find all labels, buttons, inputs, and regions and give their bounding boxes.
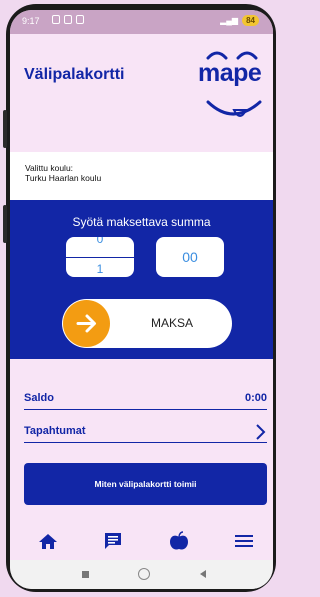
- power-button: [3, 205, 7, 243]
- signal-icon: ▂▄▆: [220, 16, 239, 25]
- notification-icon: [76, 15, 84, 24]
- nav-home[interactable]: [36, 530, 60, 552]
- chevron-right-icon: [256, 424, 266, 440]
- header: Välipalakortti mape: [10, 34, 273, 152]
- balance-row: Saldo 0:00: [24, 389, 267, 410]
- payment-panel: Syötä maksettava summa 0 1 00 MAKSA: [10, 200, 273, 359]
- volume-button: [3, 110, 7, 148]
- account-info: Saldo 0:00 Tapahtumat Miten välipalakort…: [10, 359, 273, 524]
- cents-input[interactable]: 00: [156, 237, 224, 277]
- balance-label: Saldo: [24, 392, 54, 404]
- home-icon: [39, 534, 57, 549]
- school-name: Turku Haarlan koulu: [25, 173, 102, 183]
- recent-apps-icon[interactable]: [82, 571, 89, 578]
- home-system-icon[interactable]: [138, 568, 150, 580]
- apple-icon: [170, 531, 188, 550]
- help-button[interactable]: Miten välipalakortti toimii: [24, 463, 267, 505]
- school-label: Valittu koulu:: [25, 163, 74, 173]
- nav-snack[interactable]: [167, 530, 191, 552]
- arrow-right-icon: [76, 314, 96, 333]
- selected-school: Valittu koulu: Turku Haarlan koulu: [10, 152, 273, 200]
- bottom-nav: [10, 522, 273, 560]
- back-icon[interactable]: [200, 570, 206, 578]
- pay-slider-button[interactable]: MAKSA: [62, 299, 232, 348]
- logo-text: mape: [198, 59, 262, 87]
- notification-icon: [52, 15, 60, 24]
- euro-picker[interactable]: 0 1: [66, 237, 134, 277]
- app-screen: 9:17 ▂▄▆ 84 Välipalakortti mape Valittu …: [10, 10, 273, 589]
- payment-title: Syötä maksettava summa: [72, 215, 211, 229]
- battery-indicator: 84: [242, 15, 259, 26]
- pay-handle[interactable]: [63, 300, 110, 347]
- page-title: Välipalakortti: [24, 66, 125, 83]
- euro-value-below: 1: [96, 262, 104, 276]
- message-icon: [105, 533, 121, 549]
- status-time: 9:17: [22, 16, 40, 26]
- mape-logo: mape: [198, 44, 268, 124]
- notification-icons: [52, 15, 84, 24]
- system-nav-bar: [10, 560, 273, 589]
- pay-label: MAKSA: [150, 316, 193, 330]
- status-bar: 9:17 ▂▄▆ 84: [10, 10, 273, 34]
- picker-divider: [66, 257, 134, 258]
- transactions-row[interactable]: Tapahtumat: [24, 422, 267, 443]
- notification-icon: [64, 15, 72, 24]
- status-right: ▂▄▆ 84: [220, 15, 259, 26]
- menu-icon: [235, 535, 253, 547]
- nav-menu[interactable]: [232, 530, 256, 552]
- euro-value-above: 0: [96, 237, 104, 246]
- nav-messages[interactable]: [101, 530, 125, 552]
- transactions-label: Tapahtumat: [24, 425, 86, 437]
- balance-value: 0:00: [244, 392, 267, 404]
